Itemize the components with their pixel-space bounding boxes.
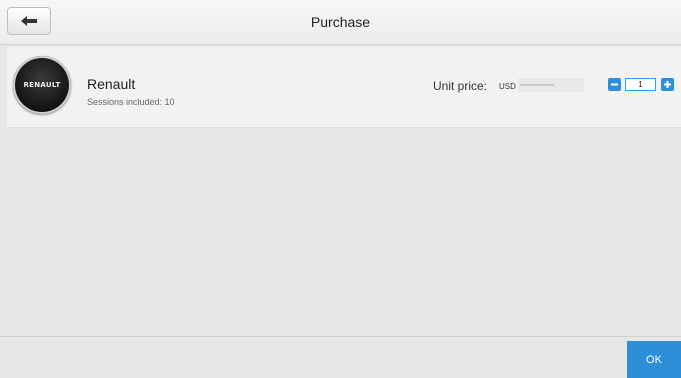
unit-price-label: Unit price:	[433, 79, 488, 93]
price-value-obscured	[520, 84, 554, 86]
renault-logo: RENAULT	[13, 56, 71, 114]
currency-label: USD	[499, 82, 516, 91]
minus-icon	[610, 80, 619, 89]
plus-icon	[663, 80, 672, 89]
purchase-screen: Purchase RENAULT Renault Sessions includ…	[0, 0, 681, 378]
ok-button[interactable]: OK	[627, 341, 681, 378]
back-button[interactable]	[7, 7, 51, 35]
quantity-field[interactable]	[625, 78, 656, 91]
sessions-included: Sessions included: 10	[87, 97, 175, 107]
increase-quantity-button[interactable]	[661, 78, 674, 91]
logo-text: RENAULT	[23, 81, 61, 89]
product-row: RENAULT Renault Sessions included: 10 Un…	[7, 47, 681, 128]
page-title: Purchase	[310, 14, 371, 30]
decrease-quantity-button[interactable]	[608, 78, 621, 91]
footer-divider	[0, 336, 681, 337]
arrow-left-icon	[20, 15, 38, 27]
brand-name: Renault	[87, 76, 136, 92]
header-bar: Purchase	[0, 0, 681, 45]
price-value	[518, 78, 584, 92]
